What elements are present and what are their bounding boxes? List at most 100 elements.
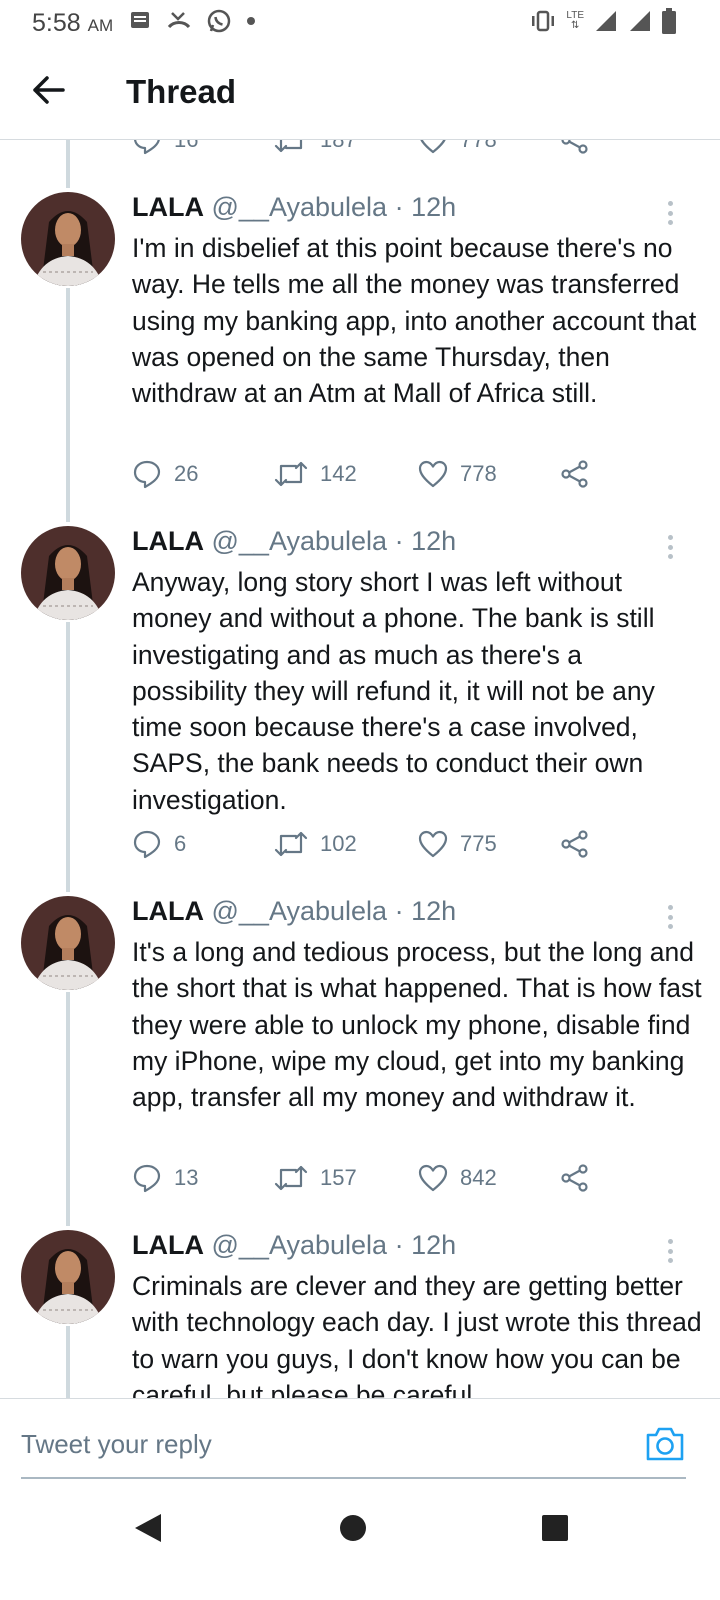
more-notifications-dot-icon: [247, 17, 255, 25]
share-icon: [561, 140, 588, 154]
tweet-timestamp: 12h: [411, 896, 457, 926]
camera-icon: [646, 1427, 684, 1461]
tweet[interactable]: LALA @__Ayabulela · 12h Anyway, long sto…: [0, 526, 720, 886]
more-dot-icon: [667, 1258, 673, 1263]
tweet-more-menu-button[interactable]: [660, 1236, 680, 1266]
reply-button[interactable]: 16: [132, 140, 198, 160]
back-button[interactable]: [28, 70, 68, 110]
more-dot-icon: [667, 905, 673, 910]
like-count: 775: [460, 831, 497, 856]
share-button[interactable]: [560, 454, 590, 494]
tweet-actions: 13 157 842: [132, 1158, 602, 1198]
more-dot-icon: [667, 535, 673, 540]
whatsapp-icon: [207, 9, 231, 33]
reply-icon: [133, 460, 161, 489]
nav-back-icon: [135, 1514, 161, 1542]
like-count: 778: [460, 140, 497, 153]
lte-indicator: LTE ⇅: [566, 11, 584, 31]
author-handle[interactable]: @__Ayabulela: [212, 896, 388, 926]
tweet-timestamp: 12h: [411, 526, 457, 556]
like-button[interactable]: 778: [418, 140, 497, 160]
reply-input[interactable]: Tweet your reply: [21, 1429, 212, 1460]
tweet[interactable]: LALA @__Ayabulela · 12h It's a long and …: [0, 896, 720, 1216]
share-button[interactable]: [560, 824, 590, 864]
like-button[interactable]: 842: [418, 1158, 497, 1198]
more-dot-icon: [667, 924, 673, 929]
retweet-button[interactable]: 157: [274, 1158, 357, 1198]
tweet-more-menu-button[interactable]: [660, 902, 680, 932]
tweet-actions: 26 142 778: [132, 454, 602, 494]
more-dot-icon: [667, 914, 673, 920]
avatar[interactable]: [21, 192, 115, 286]
reply-input-underline: [21, 1477, 686, 1479]
author-name[interactable]: LALA: [132, 192, 204, 222]
author-name[interactable]: LALA: [132, 526, 204, 556]
tweet-text: Criminals are clever and they are gettin…: [132, 1271, 702, 1400]
reply-icon: [133, 830, 161, 859]
signal-icon: [596, 11, 616, 31]
author-handle[interactable]: @__Ayabulela: [212, 192, 388, 222]
avatar[interactable]: [21, 1230, 115, 1324]
more-dot-icon: [667, 201, 673, 206]
back-arrow-icon: [33, 76, 65, 104]
tweet[interactable]: LALA @__Ayabulela · 12h Criminals are cl…: [0, 1230, 720, 1400]
more-dot-icon: [667, 554, 673, 559]
camera-button[interactable]: [644, 1423, 686, 1465]
like-count: 778: [460, 461, 497, 486]
more-dot-icon: [667, 1239, 673, 1244]
tweet-timestamp: 12h: [411, 192, 457, 222]
more-dot-icon: [667, 220, 673, 225]
tweet-more-menu-button[interactable]: [660, 198, 680, 228]
share-icon: [561, 460, 588, 488]
retweet-button[interactable]: 102: [274, 824, 357, 864]
author-handle[interactable]: @__Ayabulela: [212, 526, 388, 556]
system-icons: LTE ⇅: [530, 8, 676, 34]
like-count: 842: [460, 1165, 497, 1190]
like-button[interactable]: 775: [418, 824, 497, 864]
tweet-more-menu-button[interactable]: [660, 532, 680, 562]
reply-count: 6: [174, 831, 187, 856]
reply-count: 16: [174, 140, 198, 153]
author-handle[interactable]: @__Ayabulela: [212, 1230, 388, 1260]
nav-home-button[interactable]: [339, 1514, 367, 1547]
nav-recents-button[interactable]: [541, 1514, 569, 1547]
status-bar: 5:58 AM LTE ⇅: [0, 0, 720, 46]
share-button[interactable]: [560, 1158, 590, 1198]
tweet[interactable]: LALA @__Ayabulela · 12h I'm in disbelief…: [0, 192, 720, 512]
lte-arrows-icon: ⇅: [571, 20, 580, 31]
reply-icon: [133, 1164, 161, 1193]
avatar[interactable]: [21, 526, 115, 620]
thread-connector: [66, 140, 70, 188]
reply-count: 26: [174, 461, 199, 486]
reply-button[interactable]: 26: [132, 454, 198, 494]
heart-icon: [418, 1164, 448, 1192]
retweet-icon: [274, 461, 308, 487]
tweet-separator: ·: [394, 1230, 404, 1260]
reply-icon: [134, 140, 160, 155]
author-name[interactable]: LALA: [132, 896, 204, 926]
tweet-header: LALA @__Ayabulela · 12h: [132, 526, 456, 562]
heart-icon: [418, 460, 448, 488]
retweet-count: 157: [320, 1165, 357, 1190]
like-button[interactable]: 778: [418, 454, 497, 494]
system-nav-bar: [0, 1500, 720, 1600]
tweet-separator: ·: [394, 896, 404, 926]
avatar[interactable]: [21, 896, 115, 990]
reply-button[interactable]: 6: [132, 824, 186, 864]
reply-count: 13: [174, 1165, 199, 1190]
nav-recents-icon: [542, 1515, 568, 1541]
more-dot-icon: [667, 1248, 673, 1254]
tweet-separator: ·: [394, 526, 404, 556]
more-dot-icon: [667, 210, 673, 216]
nav-back-button[interactable]: [133, 1512, 163, 1549]
message-notification-icon: [131, 12, 149, 28]
retweet-button[interactable]: 187: [274, 140, 357, 160]
tweet-actions: 6 102 775: [132, 824, 602, 864]
heart-icon: [420, 140, 446, 154]
share-button[interactable]: [560, 140, 590, 160]
reply-button[interactable]: 13: [132, 1158, 198, 1198]
retweet-count: 187: [320, 140, 357, 153]
retweet-button[interactable]: 142: [274, 454, 357, 494]
thread-feed[interactable]: 16 187 778 LALA @__Ayabulel: [0, 140, 720, 1400]
author-name[interactable]: LALA: [132, 1230, 204, 1260]
